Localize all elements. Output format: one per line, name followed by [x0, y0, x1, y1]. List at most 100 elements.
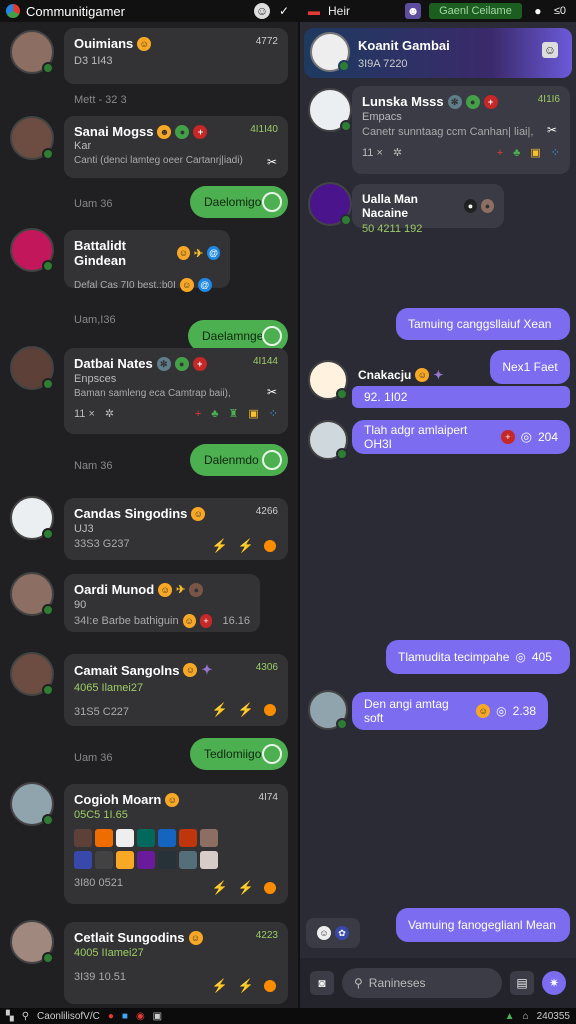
send-icon[interactable]: ✷ [542, 971, 566, 995]
thumbnail-icon[interactable] [200, 851, 218, 869]
list-item[interactable]: Battalidt Gindean ☺ ✈ @ Defal Cas 7I0 best.… [64, 230, 230, 292]
timestamp: 4266 [255, 506, 278, 517]
right-tab[interactable]: Heir [328, 4, 350, 18]
list-item[interactable]: Oardi Munod ☺ ✈ ● 90 34I:e Barbe bathiguin ☺… [64, 574, 260, 632]
tray-icon[interactable]: ⌂ [523, 1011, 529, 1022]
list-item[interactable]: Cetlait Sungodins ☺ 4005 IIamei27 3I39 10… [64, 922, 288, 1004]
reaction-chip[interactable]: ☺ ✿ [306, 918, 360, 948]
right-chat-panel: Koanit Gambai 3I9A 7220 ☺ Lunska Msss ✻ ● +… [300, 22, 576, 1008]
contact-name: Sanai Mogss [74, 124, 154, 139]
user-avatar-icon[interactable]: ☻ [405, 3, 422, 19]
thumbnail-icon[interactable] [179, 829, 197, 847]
thumbnail-icon[interactable] [158, 829, 176, 847]
contact-sub: 4065 Ilamei27 [74, 682, 144, 694]
avatar[interactable] [10, 346, 54, 390]
sent-message[interactable]: Nex1 Faet [490, 350, 570, 384]
list-item[interactable]: Ouimians ☺ D3 1I43 4772 [64, 28, 288, 84]
action-button[interactable]: Dalenmdo [190, 444, 288, 476]
avatar[interactable] [10, 30, 54, 74]
profile-icon[interactable]: ☺ [542, 42, 558, 58]
thumbnail-icon[interactable] [200, 829, 218, 847]
top-bar: Communitigamer ☺ ✓ ▬ Heir ☻ Gaenl Ceilam… [0, 0, 576, 22]
thumbnail-icon[interactable] [95, 829, 113, 847]
thumbnail-icon[interactable] [74, 829, 92, 847]
avatar[interactable] [308, 182, 352, 226]
plus-icon: + [483, 94, 498, 109]
contact-name: Datbai Nates [74, 356, 153, 371]
contact-sub: 90 [74, 599, 87, 611]
plus-icon: + [193, 124, 208, 139]
avatar[interactable] [10, 572, 54, 616]
thumbnail-icon[interactable] [179, 851, 197, 869]
date-separator: Nam 36 [74, 460, 113, 472]
message-card[interactable]: Lunska Msss ✻ ● + Empacs Canetr sunntaag cc… [352, 86, 570, 174]
browser-icon[interactable]: ● [108, 1011, 114, 1022]
moon-icon[interactable]: ● [530, 3, 546, 19]
search-input[interactable]: ⚲ Ranineses [342, 968, 502, 998]
received-message[interactable]: Den angi amtag soft ☺ ◎ 2.38 [352, 692, 548, 730]
emoji-icon: ☺ [177, 246, 190, 260]
clock[interactable]: 240355 [537, 1011, 570, 1022]
thumbnail-icon[interactable] [116, 829, 134, 847]
message-preview-text: 34I:e Barbe bathiguin [74, 615, 179, 627]
alien-icon: ● [175, 124, 190, 139]
avatar[interactable] [10, 782, 54, 826]
thumbnail-icon[interactable] [116, 851, 134, 869]
avatar[interactable] [10, 228, 54, 272]
sent-message[interactable]: Vamuing fanogeglianl Mean [396, 908, 570, 942]
sent-message[interactable]: Tamuing canggsllaiuf Xean [396, 308, 570, 340]
thumbnail-icon[interactable] [95, 851, 113, 869]
circle-icon [262, 744, 282, 764]
list-item[interactable]: Cogioh Moarn ☺ 05C5 1I.65 3I80 0521 4I74 … [64, 784, 288, 904]
sticker-icon[interactable]: ▤ [510, 971, 534, 995]
thumbnail-icon[interactable] [74, 851, 92, 869]
swirl-icon: @ [207, 246, 220, 260]
list-item[interactable]: Candas Singodins ☺ UJ3 33S3 G237 4266 ⚡ ⚡ [64, 498, 288, 560]
app-icon[interactable]: ◉ [136, 1011, 145, 1022]
reaction-count: 11 × [74, 407, 95, 420]
received-message[interactable]: Tlah adgr amlaipert OH3I + ◎ 204 [352, 420, 570, 454]
app-title-group: Communitigamer ☺ ✓ [0, 3, 300, 19]
avatar[interactable] [10, 920, 54, 964]
message-card[interactable]: Ualla Man Nacaine ● ● 50 4211 192 [352, 184, 504, 235]
list-item[interactable]: Camait Sangolns ☺ ✦ 4065 Ilamei27 31S5 C22… [64, 654, 288, 726]
avatar[interactable] [10, 496, 54, 540]
target-icon: ◎ [520, 429, 532, 444]
sent-message[interactable]: Tlamudita tecimpahe ◎ 405 [386, 640, 570, 674]
avatar[interactable] [10, 116, 54, 160]
list-item[interactable]: Sanai Mogss ☻ ● + Kar Canti (denci lamteg o… [64, 116, 288, 178]
action-button[interactable]: Daelomigo [190, 186, 288, 218]
list-item[interactable]: Datbai Nates ✻ ● + Enpsces Baman samleng ec… [64, 348, 288, 434]
bolt-icon: ⚡ [211, 880, 228, 895]
profile-icon[interactable]: ☺ [254, 3, 270, 19]
app-icon[interactable]: ■ [122, 1011, 128, 1022]
plus-icon: + [496, 146, 504, 159]
count-label: ≤0 [553, 5, 566, 17]
app-icon[interactable]: ▣ [153, 1011, 162, 1022]
thumbnail-icon[interactable] [137, 829, 155, 847]
taskbar-search[interactable]: CaonlilisofV/C [37, 1011, 100, 1022]
thumbnail-icon[interactable] [137, 851, 155, 869]
tray-icon[interactable]: ▲ [505, 1011, 515, 1022]
avatar[interactable] [310, 32, 350, 72]
gear-icon: ✲ [104, 408, 115, 420]
contact-sub: Kar [74, 140, 92, 152]
bolt-icon: ⚡ [237, 978, 254, 993]
avatar[interactable] [308, 88, 352, 132]
action-button[interactable]: Tedlomiigo [190, 738, 288, 770]
camera-icon[interactable]: ◙ [310, 971, 334, 995]
avatar[interactable] [10, 652, 54, 696]
channel-pill[interactable]: Gaenl Ceilame [429, 3, 522, 19]
bolt-icon: ⚡ [237, 880, 254, 895]
sent-message-text: Vamuing fanogeglianl Mean [408, 918, 556, 932]
avatar[interactable] [308, 360, 348, 400]
thumbnail-icon[interactable] [158, 851, 176, 869]
avatar[interactable] [308, 420, 348, 460]
start-icon[interactable]: ▚ [6, 1011, 14, 1022]
flag-icon[interactable]: ▬ [306, 3, 322, 19]
received-message[interactable]: 92. 1I02 [352, 386, 570, 408]
date-separator: Uam 36 [74, 198, 113, 210]
conversation-header[interactable]: Koanit Gambai 3I9A 7220 ☺ [304, 28, 572, 78]
avatar[interactable] [308, 690, 348, 730]
check-icon[interactable]: ✓ [276, 3, 292, 19]
